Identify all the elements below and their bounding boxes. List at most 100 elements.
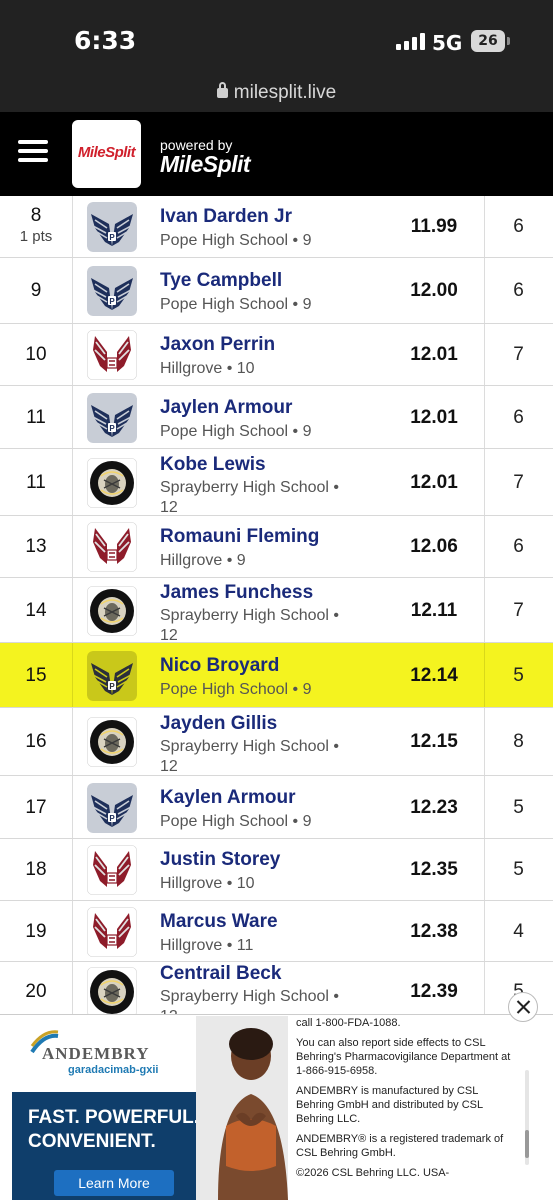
heat: 8: [513, 731, 524, 752]
athlete-name[interactable]: Nico Broyard: [160, 655, 279, 677]
sprayberry-yellow-jackets-logo: [87, 585, 137, 636]
result-row[interactable]: 11 P Jaylen Armour Pope High School • 9 12.0…: [0, 386, 553, 449]
heat: 5: [513, 664, 524, 686]
ad-creative[interactable]: ANDEMBRY garadacimab-gxii FAST. POWERFUL…: [12, 1016, 288, 1200]
athlete-name[interactable]: Kaylen Armour: [160, 787, 296, 809]
cell-signal-icon: [396, 33, 426, 50]
school-grade: Sprayberry High School • 12: [160, 738, 340, 775]
result-row[interactable]: 14 James Funchess Sprayberry High School •…: [0, 578, 553, 644]
mark: 12.01: [410, 406, 458, 428]
place: 9: [30, 280, 42, 301]
ad-scroll-thumb[interactable]: [525, 1130, 529, 1158]
heat: 7: [513, 471, 524, 493]
heat: 7: [513, 344, 524, 365]
school-grade: Pope High School • 9: [160, 422, 312, 440]
school-grade: Hillgrove • 10: [160, 875, 255, 892]
school-grade: Hillgrove • 9: [160, 552, 246, 569]
place-points: 1 pts: [19, 228, 53, 245]
ad-brand: ANDEMBRY: [42, 1044, 150, 1063]
mark: 12.14: [410, 664, 458, 686]
powered-by-brand: MileSplit: [160, 151, 251, 177]
status-bar: 6:33 5G 26: [0, 0, 553, 80]
school-grade: Pope High School • 9: [160, 680, 312, 698]
athlete-name[interactable]: Romauni Fleming: [160, 526, 319, 548]
result-row[interactable]: 18 Justin Storey Hillgrove • 10 12.35 5: [0, 839, 553, 901]
place: 14: [25, 599, 47, 621]
athlete-name[interactable]: Kobe Lewis: [160, 454, 266, 476]
place: 19: [25, 920, 47, 942]
result-row[interactable]: 19 Marcus Ware Hillgrove • 11 12.38 4: [0, 901, 553, 962]
close-icon[interactable]: [508, 992, 538, 1022]
svg-text:P: P: [109, 297, 115, 306]
mark: 12.06: [410, 536, 458, 557]
hamburger-menu-icon[interactable]: [18, 140, 48, 162]
milesplit-logo[interactable]: MileSplit: [72, 120, 141, 188]
sprayberry-yellow-jackets-logo: [87, 717, 137, 767]
result-row[interactable]: 11 Kobe Lewis Sprayberry High School • 12 1…: [0, 449, 553, 516]
pope-wings-logo: P: [87, 650, 137, 701]
pope-wings-logo: P: [87, 392, 137, 443]
result-row[interactable]: 8 1 pts P Ivan Darden Jr Pope High School • …: [0, 196, 553, 258]
heat: 4: [513, 920, 524, 942]
mark: 12.11: [410, 599, 458, 621]
athlete-name[interactable]: Tye Campbell: [160, 270, 282, 292]
ad-disclosure-paragraph: You can also report side effects to CSL …: [296, 1037, 511, 1077]
result-row[interactable]: 16 Jayden Gillis Sprayberry High School • …: [0, 708, 553, 776]
athlete-name[interactable]: Justin Storey: [160, 849, 280, 871]
url-text: milesplit.live: [233, 82, 337, 103]
athlete-name[interactable]: James Funchess: [160, 582, 313, 604]
lock-icon: [216, 82, 228, 98]
athlete-name[interactable]: Jayden Gillis: [160, 713, 277, 735]
place: 13: [25, 536, 47, 557]
result-row[interactable]: 13 Romauni Fleming Hillgrove • 9 12.06 6: [0, 516, 553, 578]
pope-wings-logo: P: [87, 266, 137, 316]
hillgrove-wings-logo: [87, 522, 137, 572]
mark: 12.35: [410, 859, 458, 880]
result-row[interactable]: 15 P Nico Broyard Pope High School • 9 12.14…: [0, 643, 553, 708]
svg-text:P: P: [109, 814, 115, 823]
battery-tip: [507, 37, 510, 45]
athlete-name[interactable]: Jaylen Armour: [160, 397, 292, 419]
ad-tagline: FAST. POWERFUL. CONVENIENT.: [28, 1107, 199, 1152]
mark: 12.39: [410, 981, 458, 1002]
battery-icon: 26: [471, 30, 505, 52]
heat: 6: [513, 536, 524, 557]
pope-wings-logo: P: [87, 782, 137, 833]
school-grade: Pope High School • 9: [160, 812, 312, 830]
result-row[interactable]: 10 Jaxon Perrin Hillgrove • 10 12.01 7: [0, 324, 553, 386]
school-grade: Pope High School • 9: [160, 232, 312, 249]
school-grade: Hillgrove • 11: [160, 936, 254, 954]
svg-text:P: P: [109, 682, 115, 691]
athlete-name[interactable]: Marcus Ware: [160, 911, 278, 933]
network-type: 5G: [432, 31, 463, 55]
mark: 11.99: [410, 216, 458, 237]
athlete-name[interactable]: Jaxon Perrin: [160, 334, 275, 356]
athlete-name[interactable]: Ivan Darden Jr: [160, 206, 292, 228]
heat: 7: [513, 599, 524, 621]
place: 10: [25, 344, 47, 365]
place: 11: [26, 406, 46, 428]
heat: 5: [513, 796, 524, 818]
place: 11: [26, 471, 46, 493]
hillgrove-wings-logo: [87, 330, 137, 380]
school-grade: Pope High School • 9: [160, 296, 312, 313]
mark: 12.00: [410, 280, 458, 301]
athlete-name[interactable]: Centrail Beck: [160, 963, 281, 985]
heat: 6: [513, 280, 524, 301]
status-time: 6:33: [74, 26, 137, 55]
result-row[interactable]: 9 P Tye Campbell Pope High School • 9 12.00 6: [0, 258, 553, 324]
svg-text:P: P: [109, 233, 115, 242]
learn-more-button[interactable]: Learn More: [54, 1170, 174, 1196]
school-grade: Hillgrove • 10: [160, 360, 255, 377]
result-row[interactable]: 17 P Kaylen Armour Pope High School • 9 12.2…: [0, 776, 553, 839]
ad-disclosure-paragraph: ©2026 CSL Behring LLC. USA-: [296, 1167, 450, 1179]
address-bar[interactable]: milesplit.live: [0, 80, 553, 112]
pope-wings-logo: P: [87, 202, 137, 252]
result-row[interactable]: 20 Centrail Beck Sprayberry High School • …: [0, 962, 553, 1025]
heat: 6: [513, 406, 524, 428]
sprayberry-yellow-jackets-logo: [87, 967, 137, 1017]
ad-disclosure-text[interactable]: call 1-800-FDA-1088. You can also report …: [296, 1016, 518, 1196]
hillgrove-wings-logo: [87, 906, 137, 957]
mark: 12.01: [410, 344, 458, 365]
place: 18: [25, 859, 47, 880]
